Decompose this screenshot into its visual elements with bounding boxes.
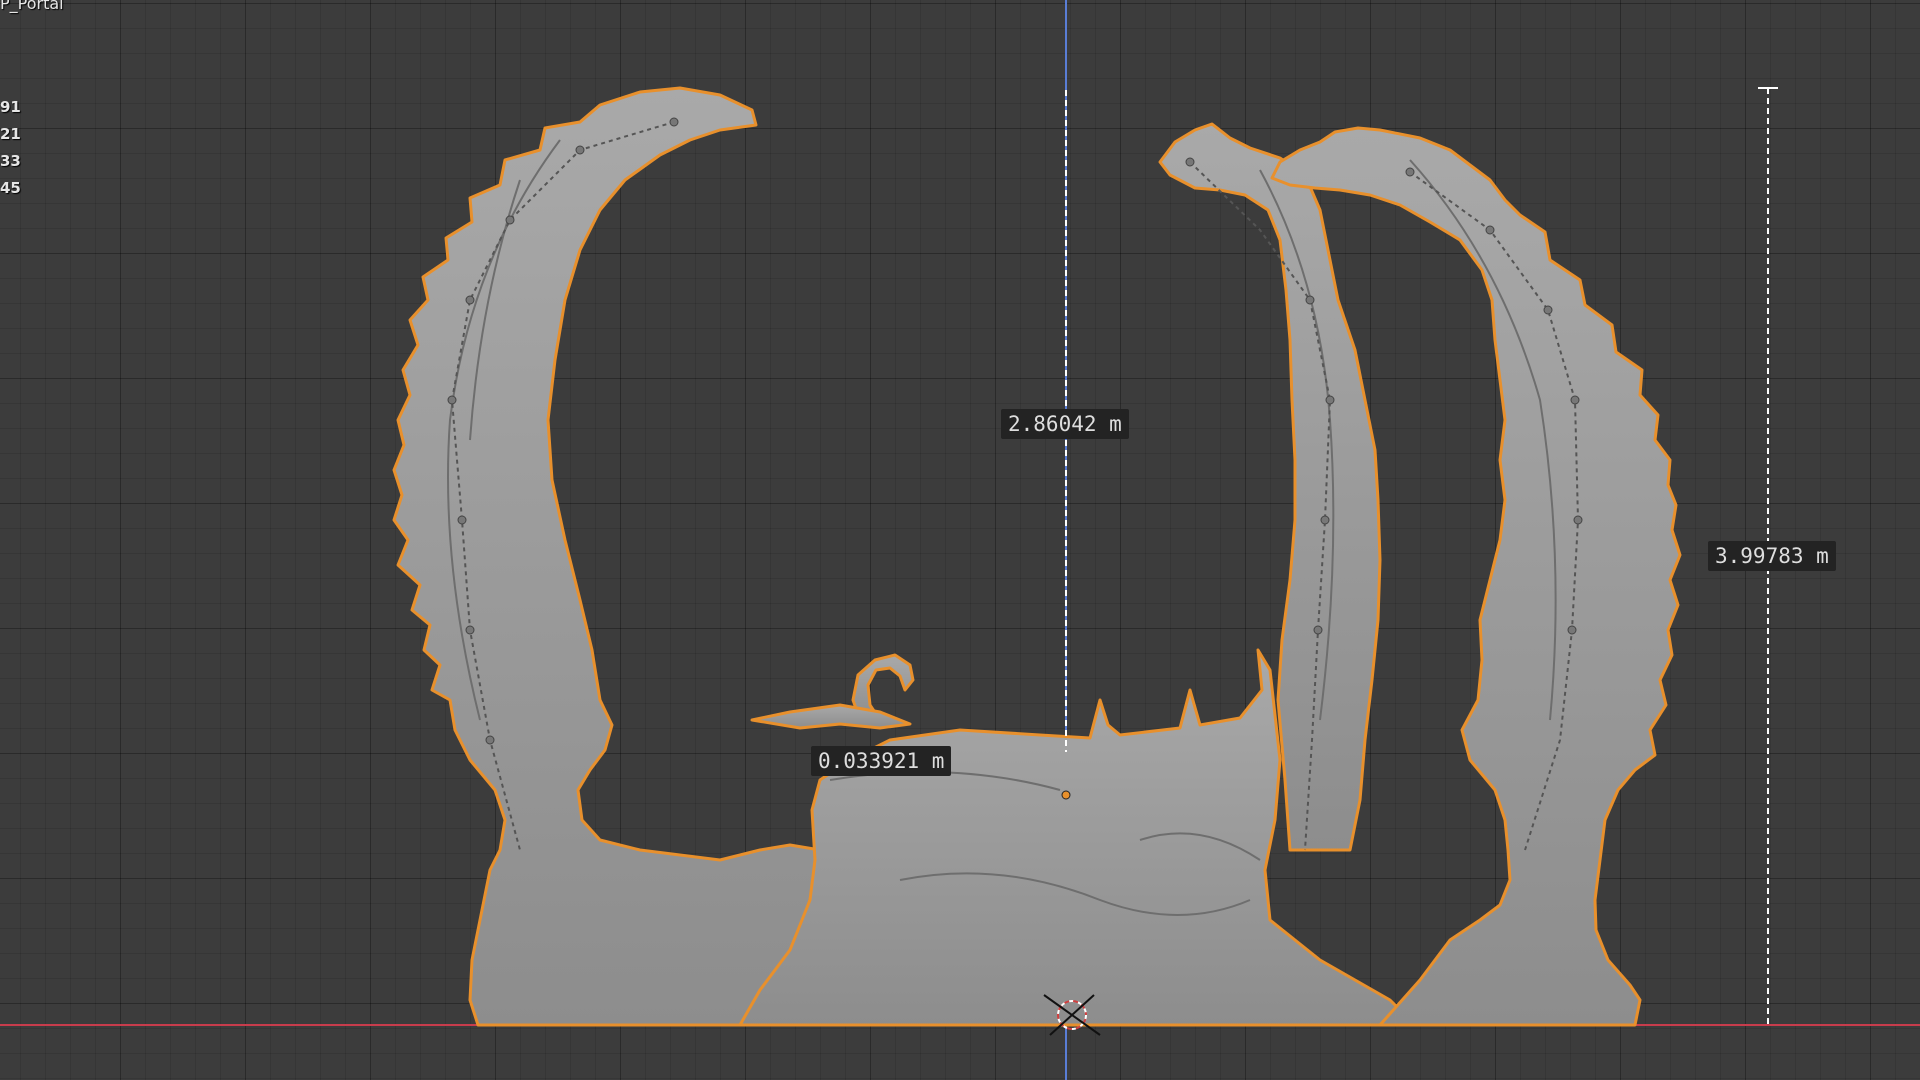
stat-value: 21 — [0, 125, 21, 143]
measure-label-center-height[interactable]: 2.86042 m — [1001, 409, 1129, 439]
branch-ornament — [750, 703, 912, 730]
scene-svg — [0, 0, 1920, 1080]
object-origin[interactable] — [1061, 790, 1071, 800]
left-horn — [392, 86, 822, 1027]
measure-label-gap[interactable]: 0.033921 m — [811, 746, 952, 776]
stat-value: 91 — [0, 98, 21, 116]
3d-viewport[interactable]: P_Portal 91 21 33 45 2.86042 m 3.99783 m… — [0, 0, 1920, 1080]
object-name-label: P_Portal — [0, 0, 64, 13]
stat-value: 45 — [0, 179, 21, 197]
measure-label-total-height[interactable]: 3.99783 m — [1708, 541, 1836, 571]
viewport-statistics: 91 21 33 45 — [0, 94, 21, 202]
stat-value: 33 — [0, 152, 21, 170]
